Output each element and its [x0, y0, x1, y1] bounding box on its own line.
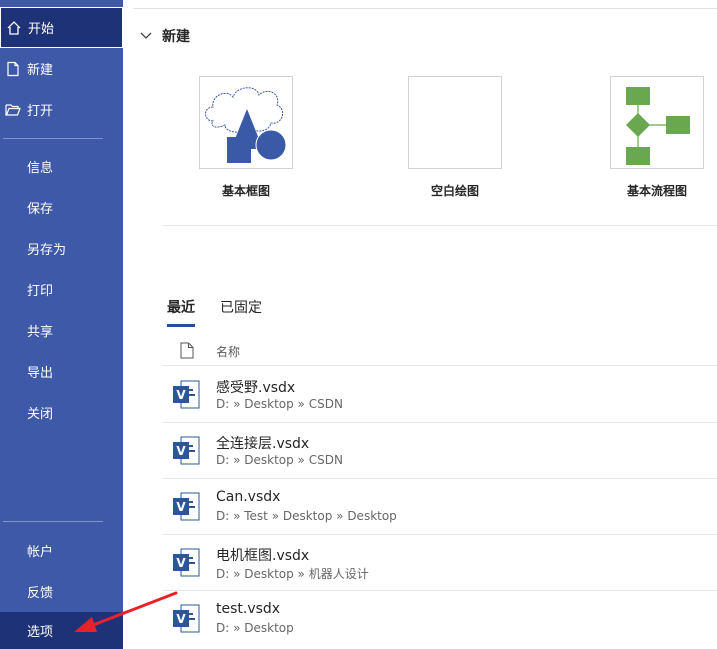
template-label: 基本流程图 — [626, 184, 687, 198]
nav-save[interactable]: 保存 — [0, 187, 123, 228]
nav-account[interactable]: 帐户 — [0, 530, 123, 571]
visio-file-icon: V — [172, 380, 200, 414]
file-name: 全连接层.vsdx — [216, 436, 310, 452]
new-section-title: 新建 — [162, 29, 190, 45]
nav-print-label: 打印 — [27, 284, 54, 299]
sidebar-divider — [3, 138, 103, 139]
template-basic-diagram[interactable]: 基本框图 — [191, 76, 301, 199]
top-divider — [133, 8, 717, 9]
template-thumbnail — [408, 76, 502, 169]
nav-share[interactable]: 共享 — [0, 310, 123, 351]
svg-text:V: V — [176, 444, 186, 458]
chevron-down-icon — [140, 32, 152, 40]
nav-info-label: 信息 — [27, 161, 54, 176]
file-tabs: 最近 已固定 — [167, 297, 287, 327]
nav-feedback-label: 反馈 — [27, 586, 54, 601]
svg-text:V: V — [176, 500, 186, 514]
nav-feedback[interactable]: 反馈 — [0, 571, 123, 612]
nav-open[interactable]: 打开 — [0, 89, 123, 130]
nav-options-label: 选项 — [27, 625, 54, 640]
file-path: D: » Desktop » CSDN — [216, 453, 343, 467]
name-column-header[interactable]: 名称 — [216, 343, 240, 360]
sidebar-divider — [3, 521, 103, 522]
nav-print[interactable]: 打印 — [0, 269, 123, 310]
document-icon — [180, 342, 194, 363]
basic-shapes-icon — [205, 86, 287, 163]
nav-save-label: 保存 — [27, 202, 54, 217]
template-label: 基本框图 — [221, 184, 270, 198]
new-section-header[interactable]: 新建 — [140, 26, 190, 46]
tab-pinned[interactable]: 已固定 — [220, 297, 262, 327]
nav-new[interactable]: 新建 — [0, 48, 123, 89]
nav-home[interactable]: 开始 — [0, 7, 123, 48]
open-folder-icon — [5, 102, 21, 118]
nav-export[interactable]: 导出 — [0, 351, 123, 392]
template-thumbnail — [199, 76, 293, 169]
template-label: 空白绘图 — [430, 184, 479, 198]
file-name: 感受野.vsdx — [216, 380, 296, 396]
template-thumbnail — [610, 76, 704, 169]
visio-file-icon: V — [172, 604, 200, 638]
template-basic-flowchart[interactable]: 基本流程图 — [602, 76, 712, 199]
section-divider — [163, 225, 717, 226]
file-list-item[interactable]: V Can.vsdx D: » Test » Desktop » Desktop — [163, 479, 717, 535]
nav-home-label: 开始 — [28, 22, 55, 37]
backstage-sidebar: 开始 新建 打开 信息 保存 另存为 打印 共享 导出 关闭 帐户 反馈 选项 — [0, 0, 123, 649]
file-list-header: 名称 — [163, 336, 717, 366]
visio-file-icon: V — [172, 492, 200, 526]
svg-text:V: V — [176, 612, 186, 626]
backstage-main: 新建 基本框图 空白绘图 基本流程图 最近 已固定 名称 V 感受野.vsdx … — [123, 0, 717, 649]
file-list-item[interactable]: V 感受野.vsdx D: » Desktop » CSDN — [163, 367, 717, 423]
file-path: D: » Test » Desktop » Desktop — [216, 509, 397, 523]
nav-save-as-label: 另存为 — [27, 243, 67, 258]
file-name: 电机框图.vsdx — [216, 548, 310, 564]
file-list-item[interactable]: V 全连接层.vsdx D: » Desktop » CSDN — [163, 423, 717, 479]
file-name: Can.vsdx — [216, 489, 281, 505]
nav-options[interactable]: 选项 — [0, 612, 123, 649]
file-name: test.vsdx — [216, 601, 281, 617]
file-list-item[interactable]: V 电机框图.vsdx D: » Desktop » 机器人设计 — [163, 535, 717, 591]
home-icon — [6, 20, 22, 36]
new-document-icon — [5, 61, 21, 77]
nav-open-label: 打开 — [27, 104, 54, 119]
visio-file-icon: V — [172, 548, 200, 582]
nav-account-label: 帐户 — [27, 545, 54, 560]
file-list-item[interactable]: V test.vsdx D: » Desktop — [163, 591, 717, 647]
nav-close[interactable]: 关闭 — [0, 392, 123, 433]
nav-save-as[interactable]: 另存为 — [0, 228, 123, 269]
file-path: D: » Desktop » 机器人设计 — [216, 567, 369, 581]
flowchart-icon — [626, 86, 690, 165]
file-path: D: » Desktop » CSDN — [216, 397, 343, 411]
nav-info[interactable]: 信息 — [0, 146, 123, 187]
nav-export-label: 导出 — [27, 366, 54, 381]
nav-share-label: 共享 — [27, 325, 54, 340]
nav-new-label: 新建 — [27, 63, 54, 78]
svg-text:V: V — [176, 388, 186, 402]
tab-recent[interactable]: 最近 — [167, 297, 195, 327]
template-blank-drawing[interactable]: 空白绘图 — [400, 76, 510, 199]
visio-file-icon: V — [172, 436, 200, 470]
svg-text:V: V — [176, 556, 186, 570]
nav-close-label: 关闭 — [27, 407, 54, 422]
file-path: D: » Desktop — [216, 621, 294, 635]
